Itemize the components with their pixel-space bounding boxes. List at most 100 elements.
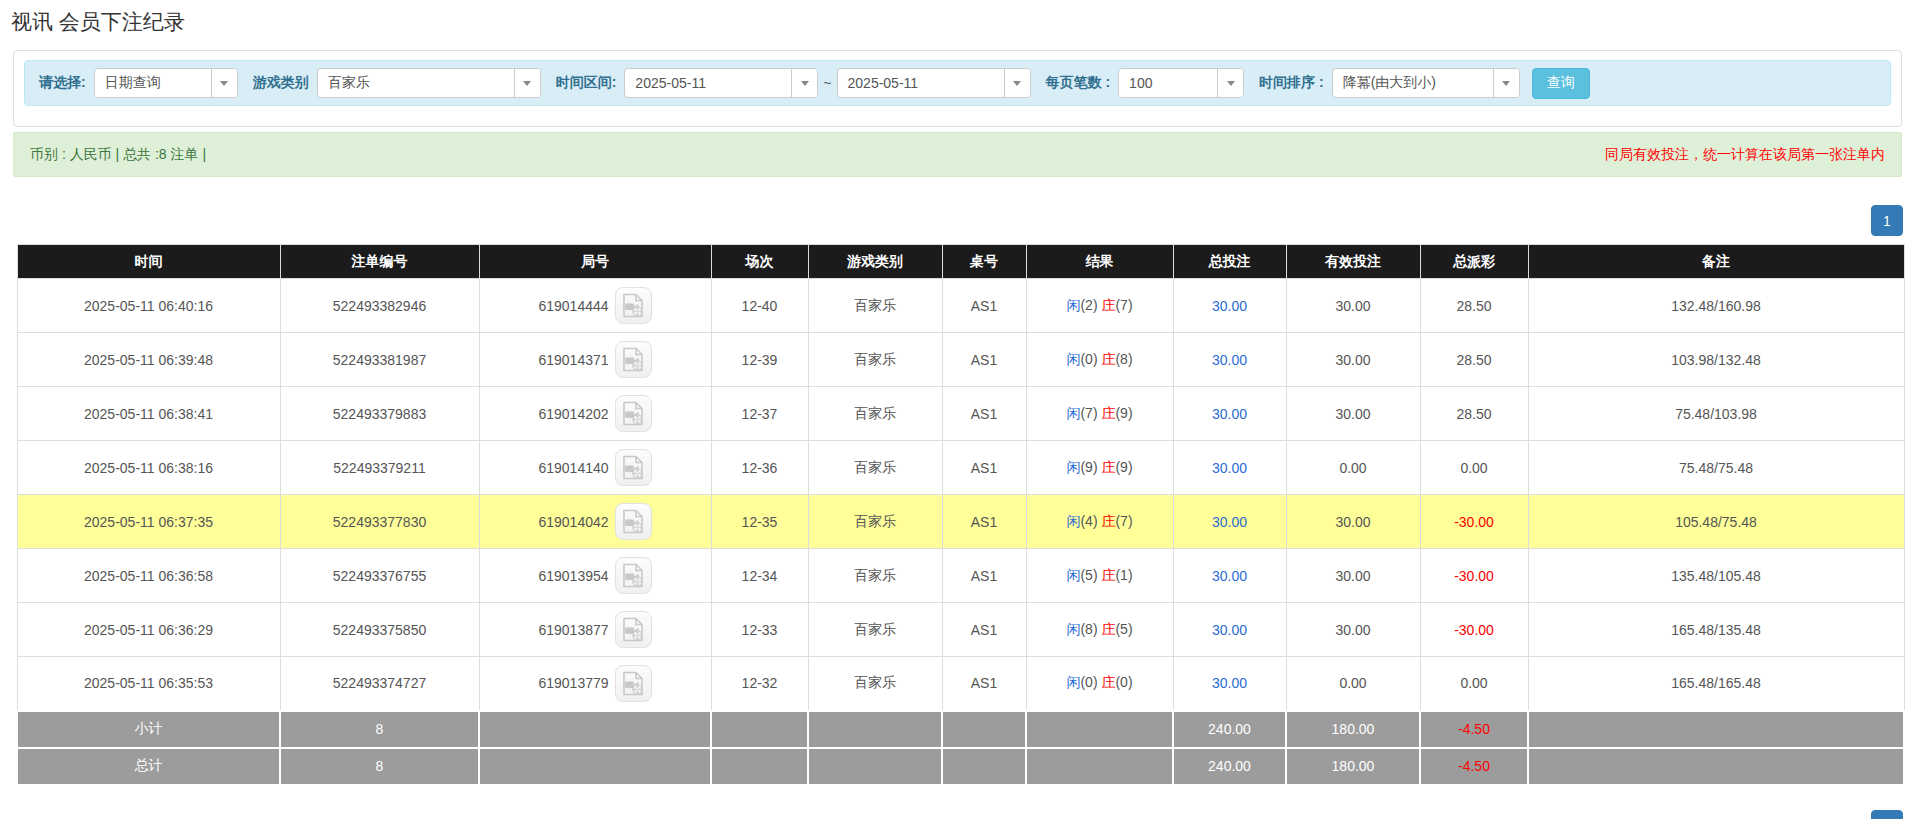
valid-bet-cell: 180.00 <box>1286 748 1420 785</box>
video-file-icon <box>622 617 645 642</box>
time-cell: 2025-05-11 06:39:48 <box>17 333 280 387</box>
total-bet-cell: 30.00 <box>1173 333 1286 387</box>
total-bet-cell: 30.00 <box>1173 441 1286 495</box>
round-id: 619014371 <box>538 352 608 368</box>
column-header: 时间 <box>17 245 280 279</box>
page-size-select[interactable]: 100 <box>1118 68 1244 98</box>
player-label: 闲 <box>1066 351 1080 367</box>
page-1-button[interactable]: 1 <box>1871 810 1903 819</box>
bet-id-cell: 522493376755 <box>280 549 479 603</box>
bet-records-table: 时间注单编号局号场次游戏类别桌号结果总投注有效投注总派彩备注 2025-05-1… <box>16 244 1905 786</box>
chevron-down-icon[interactable] <box>1004 69 1030 97</box>
sort-label: 时间排序 : <box>1259 74 1324 92</box>
valid-bet-cell: 30.00 <box>1286 387 1420 441</box>
total-bet-link[interactable]: 30.00 <box>1212 514 1247 530</box>
player-label: 闲 <box>1066 513 1080 529</box>
video-file-icon <box>622 563 645 588</box>
game-type-label: 游戏类别 <box>253 74 309 92</box>
total-bet-cell: 240.00 <box>1173 711 1286 748</box>
time-cell: 2025-05-11 06:37:35 <box>17 495 280 549</box>
table-row: 2025-05-11 06:38:41522493379883619014202… <box>17 387 1904 441</box>
table-row: 2025-05-11 06:39:48522493381987619014371… <box>17 333 1904 387</box>
column-header: 局号 <box>479 245 711 279</box>
result-empty-cell <box>1026 748 1173 785</box>
result-cell: 闲(9) 庄(9) <box>1026 441 1173 495</box>
video-replay-button[interactable] <box>615 341 652 378</box>
choose-label: 请选择: <box>39 74 86 92</box>
session-cell: 12-32 <box>711 657 808 711</box>
payout-cell: -4.50 <box>1420 711 1528 748</box>
bet-id-cell: 522493374727 <box>280 657 479 711</box>
video-replay-button[interactable] <box>615 611 652 648</box>
count-cell: 8 <box>280 748 479 785</box>
table-row: 2025-05-11 06:36:58522493376755619013954… <box>17 549 1904 603</box>
page-1-button[interactable]: 1 <box>1871 205 1903 236</box>
payout-cell: 28.50 <box>1420 387 1528 441</box>
date-from-select[interactable]: 2025-05-11 <box>624 68 818 98</box>
round-id-cell: 619014140 <box>479 441 711 495</box>
payout-cell: -30.00 <box>1420 495 1528 549</box>
total-bet-cell: 30.00 <box>1173 495 1286 549</box>
table-no-cell: AS1 <box>942 495 1026 549</box>
valid-bet-cell: 30.00 <box>1286 495 1420 549</box>
valid-bet-cell: 30.00 <box>1286 279 1420 333</box>
video-replay-button[interactable] <box>615 449 652 486</box>
note-empty-cell <box>1528 748 1904 785</box>
total-bet-link[interactable]: 30.00 <box>1212 622 1247 638</box>
chevron-down-icon[interactable] <box>791 69 817 97</box>
total-bet-link[interactable]: 30.00 <box>1212 568 1247 584</box>
player-score: (7) <box>1080 405 1101 421</box>
total-bet-link[interactable]: 30.00 <box>1212 675 1247 691</box>
page-title: 视讯 会员下注纪录 <box>11 8 1913 36</box>
session-cell: 12-35 <box>711 495 808 549</box>
game-type-cell: 百家乐 <box>808 279 942 333</box>
result-empty-cell <box>1026 711 1173 748</box>
player-label: 闲 <box>1066 567 1080 583</box>
game-type-cell: 百家乐 <box>808 495 942 549</box>
total-bet-link[interactable]: 30.00 <box>1212 298 1247 314</box>
summary-label-cell: 总计 <box>17 748 280 785</box>
chevron-down-icon[interactable] <box>211 69 237 97</box>
game-type-cell: 百家乐 <box>808 603 942 657</box>
round-id-cell: 619014444 <box>479 279 711 333</box>
search-button[interactable]: 查询 <box>1532 68 1590 99</box>
time-cell: 2025-05-11 06:38:41 <box>17 387 280 441</box>
table-no-cell: AS1 <box>942 603 1026 657</box>
video-replay-button[interactable] <box>615 503 652 540</box>
session-cell: 12-39 <box>711 333 808 387</box>
choose-select[interactable]: 日期查询 <box>94 68 238 98</box>
banker-score: (9) <box>1115 405 1132 421</box>
video-file-icon <box>622 671 645 696</box>
video-replay-button[interactable] <box>615 287 652 324</box>
session-cell: 12-34 <box>711 549 808 603</box>
round-id: 619013954 <box>538 568 608 584</box>
player-score: (0) <box>1080 351 1101 367</box>
banker-score: (9) <box>1115 459 1132 475</box>
table-no-empty-cell <box>942 748 1026 785</box>
video-replay-button[interactable] <box>615 665 652 702</box>
column-header: 总投注 <box>1173 245 1286 279</box>
game-type-select[interactable]: 百家乐 <box>317 68 541 98</box>
video-replay-button[interactable] <box>615 395 652 432</box>
table-row: 2025-05-11 06:36:29522493375850619013877… <box>17 603 1904 657</box>
table-no-cell: AS1 <box>942 333 1026 387</box>
total-bet-link[interactable]: 30.00 <box>1212 406 1247 422</box>
total-bet-link[interactable]: 30.00 <box>1212 352 1247 368</box>
sort-select[interactable]: 降冪(由大到小) <box>1332 68 1520 98</box>
chevron-down-icon[interactable] <box>514 69 540 97</box>
chevron-down-icon[interactable] <box>1493 69 1519 97</box>
total-bet-link[interactable]: 30.00 <box>1212 460 1247 476</box>
result-cell: 闲(8) 庄(5) <box>1026 603 1173 657</box>
column-header: 总派彩 <box>1420 245 1528 279</box>
round-id-empty-cell <box>479 748 711 785</box>
round-id-cell: 619013877 <box>479 603 711 657</box>
bet-id-cell: 522493377830 <box>280 495 479 549</box>
banker-label: 庄 <box>1101 297 1115 313</box>
date-to-select[interactable]: 2025-05-11 <box>837 68 1031 98</box>
player-score: (0) <box>1080 674 1101 690</box>
result-cell: 闲(2) 庄(7) <box>1026 279 1173 333</box>
session-cell: 12-36 <box>711 441 808 495</box>
video-replay-button[interactable] <box>615 557 652 594</box>
chevron-down-icon[interactable] <box>1217 69 1243 97</box>
bet-id-cell: 522493379883 <box>280 387 479 441</box>
